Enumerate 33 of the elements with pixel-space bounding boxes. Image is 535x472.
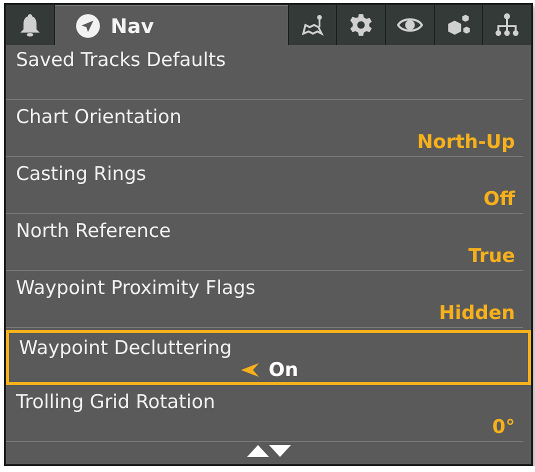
menu-tab[interactable]	[6, 5, 54, 45]
menu-item[interactable]: Waypoint Proximity Flags Hidden	[6, 273, 523, 328]
menu-tab[interactable]	[386, 5, 434, 45]
item-value: True	[468, 245, 515, 267]
item-label: North Reference	[16, 220, 172, 242]
menu-tab[interactable]	[288, 5, 336, 45]
menu-item[interactable]: Saved Tracks Defaults	[6, 45, 523, 100]
item-value: Off	[483, 188, 515, 210]
scroll-arrows-icon[interactable]	[246, 444, 290, 458]
map-pin-icon	[300, 12, 326, 38]
item-label: Saved Tracks Defaults	[16, 49, 227, 71]
item-value: 0°	[492, 416, 515, 438]
menu-tab[interactable]	[434, 5, 482, 45]
menu-item[interactable]: Waypoint Decluttering On	[6, 330, 531, 385]
nav-tab[interactable]: Nav	[54, 5, 288, 45]
item-value: On	[268, 359, 298, 381]
menu-item[interactable]: Chart Orientation North-Up	[6, 102, 523, 157]
left-arrow-icon	[240, 363, 259, 377]
tab-label: Nav	[110, 14, 154, 38]
item-label: Waypoint Decluttering	[19, 337, 233, 359]
menu-item[interactable]: North Reference True	[6, 216, 523, 271]
item-label: Casting Rings	[16, 163, 148, 185]
hierarchy-icon	[494, 12, 520, 38]
item-value: Hidden	[438, 302, 515, 324]
item-label: Trolling Grid Rotation	[16, 391, 216, 413]
item-label: Waypoint Proximity Flags	[16, 277, 256, 299]
menu-item[interactable]: Trolling Grid Rotation 0°	[6, 387, 523, 442]
menu-tab[interactable]	[483, 5, 532, 45]
menu-tab[interactable]	[337, 5, 386, 45]
settings-icon	[348, 12, 374, 38]
item-value: North-Up	[417, 131, 515, 153]
item-label: Chart Orientation	[16, 106, 183, 128]
menu-item[interactable]: Casting Rings Off	[6, 159, 523, 214]
